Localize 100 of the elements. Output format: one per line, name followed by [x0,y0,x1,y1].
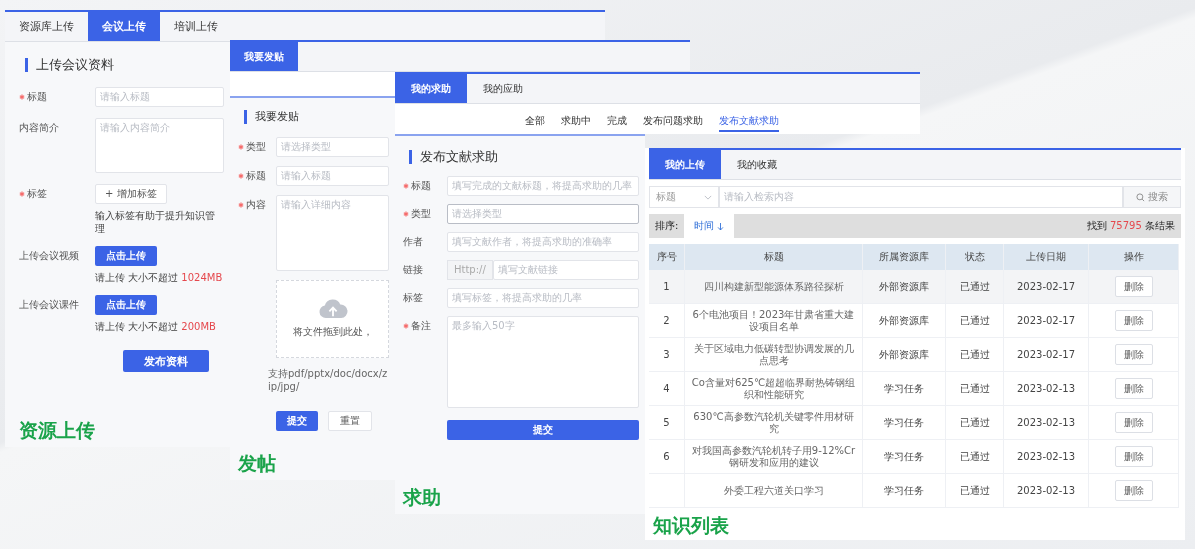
caption: 求助 [403,486,441,508]
filter-tab[interactable]: 发布文献求助 [719,112,779,132]
delete-button[interactable]: 删除 [1114,412,1153,433]
tab[interactable]: 培训上传 [160,12,232,41]
result-count: 找到 75795 条结果 [1086,219,1176,233]
field-label: 类型 [246,140,266,154]
column-header: 序号 [649,244,685,270]
search-button[interactable]: 搜索 [1123,186,1181,208]
field-label: 标题 [246,169,266,183]
table-cell: 3 [663,348,670,360]
table-cell: 学习任务 [884,416,924,428]
tab[interactable]: 我的上传 [649,150,721,179]
required-icon [238,202,244,208]
required-icon [403,183,409,189]
table-cell: 2023-02-13 [1016,382,1076,394]
search-icon [1136,192,1145,202]
field-label: 标题 [27,90,47,104]
filter-tab[interactable]: 完成 [607,112,627,132]
upload-button[interactable]: 点击上传 [95,246,157,266]
table-cell: 学习任务 [884,450,924,462]
tab[interactable]: 我的应助 [467,74,539,103]
table-cell: 630℃高参数汽轮机关键零件用材研究 [693,410,854,434]
field-label: 内容 [246,198,266,212]
tab[interactable]: 我要发贴 [230,42,298,71]
required-icon [238,144,244,150]
table-cell: 外部资源库 [879,348,929,360]
dropzone-text: 将文件拖到此处， [292,325,373,339]
url-prefix: Http:// [447,260,493,280]
tab[interactable]: 我的收藏 [721,150,793,179]
table-cell: 5 [663,416,670,428]
table-cell: 外部资源库 [879,280,929,292]
field-label: 标签 [403,291,423,305]
delete-button[interactable]: 删除 [1114,276,1153,297]
table-cell: 已通过 [959,348,990,360]
sort-option[interactable]: 时间 [684,214,735,238]
field-label: 上传会议课件 [19,298,79,312]
required-icon [19,94,25,100]
table-cell: 已通过 [959,314,990,326]
field-label: 类型 [411,207,431,221]
caption: 知识列表 [653,514,729,536]
support-text: 支持pdf/pptx/doc/docx/zip/jpg/ [268,367,389,392]
field-label: 上传会议视频 [19,249,79,263]
table-cell: 6个电池项目！2023年甘肃省重大建设项目名单 [692,308,855,332]
reset-button[interactable]: 重置 [328,411,372,431]
delete-button[interactable]: 删除 [1114,310,1153,331]
table-cell: 6 [663,450,670,462]
tab[interactable]: 资源库上传 [5,12,88,41]
delete-button[interactable]: 删除 [1114,378,1153,399]
submit-button[interactable]: 提交 [276,411,318,431]
table-cell: 四川构建新型能源体系路径探析 [703,280,844,292]
caption: 发帖 [238,452,276,474]
table-cell: 外委工程六道关口学习 [723,484,824,496]
hint-text: 请上传 大小不超过 200MB [95,320,216,333]
table-cell: 2023-02-13 [1016,450,1076,462]
field-label: 标签 [27,187,47,201]
table-cell: 已通过 [959,450,990,462]
table-cell: 2023-02-13 [1016,416,1076,428]
table-cell: 关于区域电力低碳转型协调发展的几点思考 [693,342,854,366]
column-header: 状态 [945,244,1004,270]
filter-tab[interactable]: 全部 [525,112,545,132]
field-label: 链接 [403,263,423,277]
table-cell: 2023-02-13 [1016,484,1076,496]
column-header: 上传日期 [1003,244,1089,270]
column-header: 标题 [684,244,863,270]
section-heading: 上传会议资料 [25,58,114,72]
field-label: 备注 [411,319,431,333]
hint-text: 请上传 大小不超过 1024MB [95,271,223,284]
publish-button[interactable]: 发布资料 [123,350,209,372]
section-heading: 发布文献求助 [409,150,498,164]
field-label: 标题 [411,179,431,193]
arrow-down-icon [717,221,725,231]
table-cell: 1 [663,280,670,292]
table-cell: 已通过 [959,280,990,292]
table-cell: 2023-02-17 [1016,280,1076,292]
table-cell: 外部资源库 [879,314,929,326]
table-cell: 4 [663,382,670,394]
delete-button[interactable]: 删除 [1114,344,1153,365]
table-cell: Co含量对625℃超超临界耐热铸钢组织和性能研究 [691,376,856,400]
tab[interactable]: 我的求助 [395,74,467,103]
section-heading: 我要发贴 [244,110,299,124]
upload-button[interactable]: 点击上传 [95,295,157,315]
tab[interactable]: 会议上传 [88,12,160,41]
submit-button[interactable]: 提交 [447,420,639,440]
hint-text: 输入标签有助于提升知识管理 [95,209,216,235]
table-cell: 已通过 [959,382,990,394]
table-cell: 学习任务 [884,484,924,496]
table-cell: 2 [663,314,670,326]
column-header: 所属资源库 [862,244,946,270]
delete-button[interactable]: 删除 [1114,446,1153,467]
column-header: 操作 [1088,244,1179,270]
table-cell: 已通过 [959,484,990,496]
file-dropzone[interactable]: 将文件拖到此处， [276,280,389,358]
delete-button[interactable]: 删除 [1114,480,1153,501]
field-select[interactable]: 标题 [649,186,719,208]
required-icon [19,191,25,197]
add-tag-button[interactable]: + 增加标签 [95,184,167,204]
field-label: 内容简介 [19,121,59,135]
filter-tab[interactable]: 发布问题求助 [643,112,703,132]
required-icon [403,211,409,217]
filter-tab[interactable]: 求助中 [561,112,591,132]
